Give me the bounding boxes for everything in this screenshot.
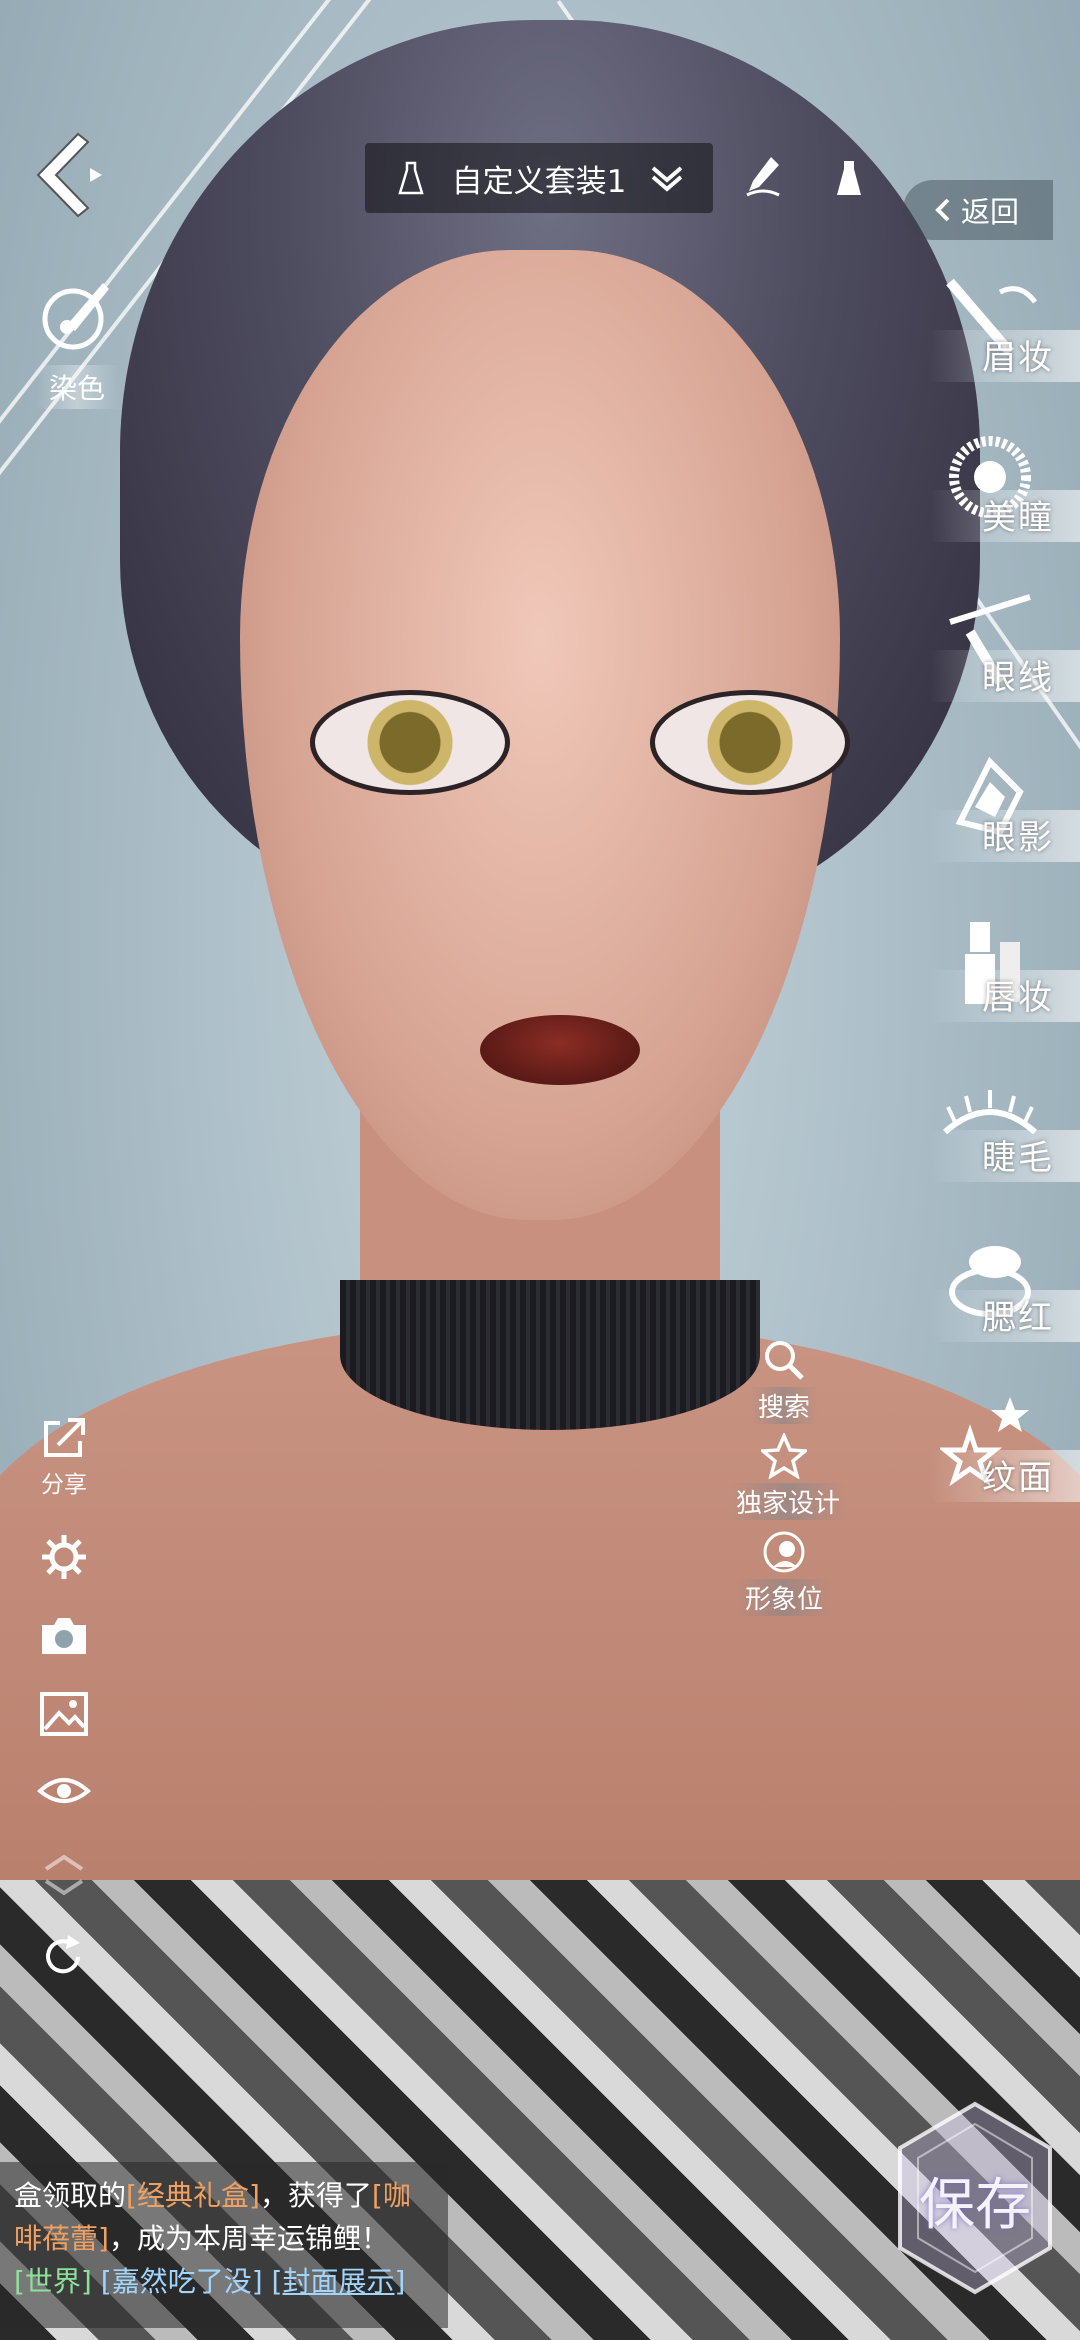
makeup-category-list: 眉妆 美瞳 眼线 眼影 唇妆 睫毛 腮红 纹面 — [900, 260, 1080, 1540]
chat-text: ，获得了 — [259, 2179, 372, 2212]
outfit-name: 自定义套装1 — [451, 163, 627, 200]
world-chat-box[interactable]: 盒领取的[经典礼盒]，获得了[咖 啡蓓蕾]，成为本周幸运锦鲤！ [世界] [嘉然… — [0, 2162, 448, 2328]
return-button[interactable]: 返回 — [903, 180, 1053, 240]
chat-text: 盒领取的 — [14, 2179, 127, 2212]
rotate-icon — [46, 1935, 80, 1974]
category-label: 腮红 — [982, 1298, 1054, 1338]
portrait-slot-label: 形象位 — [736, 1579, 831, 1616]
chat-line: [世界] [嘉然吃了没] [封面展示] — [14, 2260, 434, 2303]
back-chevron-icon — [36, 132, 102, 218]
undo-redo-button[interactable] — [30, 1851, 98, 1899]
reset-button[interactable] — [30, 1933, 98, 1981]
category-blush[interactable]: 腮红 — [900, 1220, 1080, 1380]
category-label: 眼线 — [982, 658, 1054, 698]
dress-icon[interactable] — [826, 155, 872, 201]
category-eyelash[interactable]: 睫毛 — [900, 1060, 1080, 1220]
character-lips — [480, 1015, 640, 1085]
category-label: 唇妆 — [982, 978, 1054, 1018]
settings-button[interactable] — [30, 1533, 98, 1581]
category-contact-lens[interactable]: 美瞳 — [900, 420, 1080, 580]
category-lip[interactable]: 唇妆 — [900, 900, 1080, 1060]
chevron-down-icon[interactable] — [644, 155, 689, 201]
chat-line: 盒领取的[经典礼盒]，获得了[咖 — [14, 2174, 434, 2217]
character-eye-right — [650, 690, 850, 795]
category-label: 眉妆 — [982, 338, 1054, 378]
portrait-slot-button[interactable]: 形象位 — [728, 1527, 840, 1623]
star-icon — [759, 1431, 809, 1481]
chat-username[interactable]: [嘉然吃了没] — [101, 2265, 263, 2298]
category-label: 眼影 — [982, 818, 1054, 858]
outfit-selector[interactable]: 自定义套装1 — [365, 143, 713, 213]
character-choker — [340, 1280, 760, 1430]
search-icon — [759, 1335, 809, 1385]
dress-icon — [389, 155, 434, 201]
category-label: 美瞳 — [982, 498, 1054, 538]
pen-edit-icon[interactable] — [740, 152, 786, 198]
chevron-left-icon — [935, 198, 950, 222]
chat-item-link[interactable]: [咖 — [372, 2179, 411, 2212]
chat-line: 啡蓓蕾]，成为本周幸运锦鲤！ — [14, 2217, 434, 2260]
share-label: 分享 — [41, 1472, 87, 1498]
dye-button[interactable]: 染色 — [22, 275, 132, 409]
exclusive-design-button[interactable]: 独家设计 — [728, 1431, 849, 1527]
middle-action-list: 搜索 独家设计 形象位 — [728, 1335, 849, 1623]
category-eyeliner[interactable]: 眼线 — [900, 580, 1080, 740]
share-icon — [44, 1418, 85, 1457]
gallery-button[interactable] — [30, 1691, 98, 1737]
category-eyebrow[interactable]: 眉妆 — [900, 260, 1080, 420]
category-label: 睫毛 — [982, 1138, 1054, 1178]
left-toolbar: 分享 — [30, 1415, 98, 2015]
visibility-button[interactable] — [30, 1771, 98, 1811]
chat-item-link[interactable]: 啡蓓蕾] — [14, 2222, 109, 2255]
return-label: 返回 — [961, 195, 1020, 229]
share-button[interactable]: 分享 — [30, 1415, 98, 1499]
category-tattoo[interactable]: 纹面 — [900, 1380, 1080, 1540]
eye-icon — [37, 1778, 91, 1803]
save-button[interactable]: 保存 — [890, 2100, 1060, 2295]
camera-icon — [42, 1618, 86, 1654]
gear-icon — [42, 1535, 86, 1579]
palette-icon — [42, 283, 109, 350]
category-label: 纹面 — [982, 1458, 1054, 1498]
portrait-slot-icon — [759, 1527, 809, 1577]
exclusive-design-label: 独家设计 — [728, 1483, 849, 1520]
chat-cover-link[interactable]: [封面展示] — [272, 2265, 406, 2298]
search-label: 搜索 — [749, 1387, 818, 1424]
save-label: 保存 — [919, 2173, 1031, 2238]
camera-button[interactable] — [30, 1615, 98, 1657]
category-eyeshadow[interactable]: 眼影 — [900, 740, 1080, 900]
chat-text: ，成为本周幸运锦鲤！ — [108, 2222, 389, 2255]
dye-label: 染色 — [34, 365, 119, 409]
image-icon — [40, 1692, 88, 1736]
character-eye-left — [310, 690, 510, 795]
chat-channel-tag: [世界] — [14, 2265, 92, 2298]
arrows-icon — [44, 1854, 84, 1896]
back-button[interactable] — [30, 130, 110, 220]
chat-item-link[interactable]: [经典礼盒] — [126, 2179, 260, 2212]
search-button[interactable]: 搜索 — [728, 1335, 840, 1431]
